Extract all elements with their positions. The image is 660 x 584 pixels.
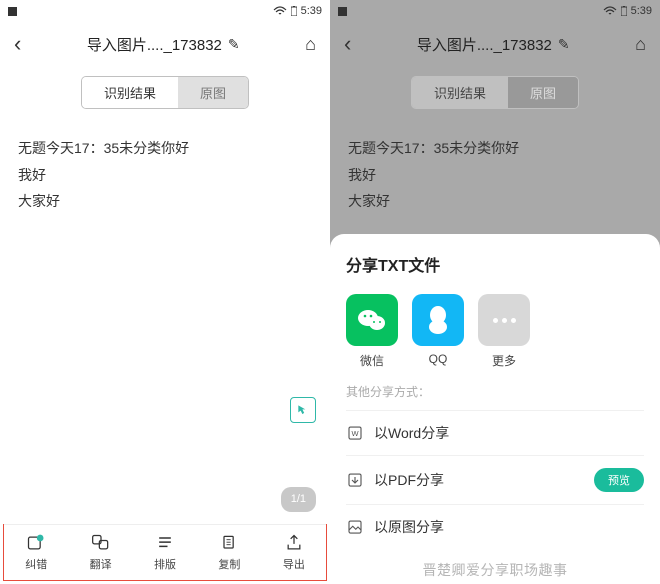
tool-export[interactable]: 导出 xyxy=(262,525,326,580)
svg-text:W: W xyxy=(351,429,359,438)
battery-icon xyxy=(291,6,297,16)
ocr-content[interactable]: 无题今天17：35未分类你好 我好 大家好 1/1 xyxy=(0,117,330,524)
wifi-icon xyxy=(603,6,617,16)
share-word[interactable]: W 以Word分享 xyxy=(346,410,644,455)
header: ‹ 导入图片...._173832 ✎ ⌂ xyxy=(330,22,660,66)
wechat-icon xyxy=(346,294,398,346)
share-more[interactable]: 更多 xyxy=(478,294,530,369)
status-bar: 5:39 xyxy=(0,0,330,22)
wifi-icon xyxy=(273,6,287,16)
text-line: 大家好 xyxy=(348,188,642,215)
tab-original[interactable]: 原图 xyxy=(178,77,248,108)
text-line: 无题今天17：35未分类你好 xyxy=(18,135,312,162)
status-bar: 5:39 xyxy=(330,0,660,22)
sheet-title: 分享TXT文件 xyxy=(346,252,644,276)
preview-button[interactable]: 预览 xyxy=(594,468,644,492)
tool-copy[interactable]: 复制 xyxy=(197,525,261,580)
text-line: 无题今天17：35未分类你好 xyxy=(348,135,642,162)
share-image[interactable]: 以原图分享 xyxy=(346,504,644,549)
tool-translate[interactable]: 翻译 xyxy=(68,525,132,580)
image-icon xyxy=(346,518,364,536)
more-icon xyxy=(478,294,530,346)
back-icon[interactable]: ‹ xyxy=(344,31,351,57)
edit-icon[interactable]: ✎ xyxy=(228,36,240,53)
other-methods-label: 其他分享方式： xyxy=(346,383,644,400)
tab-bar: 识别结果 原图 xyxy=(330,66,660,117)
bottom-toolbar: 纠错 翻译 排版 复制 导出 xyxy=(4,524,326,580)
tool-correct[interactable]: 纠错 xyxy=(4,525,68,580)
share-wechat[interactable]: 微信 xyxy=(346,294,398,369)
text-line: 我好 xyxy=(348,162,642,189)
page-title: 导入图片...._173832 xyxy=(87,34,222,55)
edit-icon[interactable]: ✎ xyxy=(558,36,570,53)
tab-result[interactable]: 识别结果 xyxy=(82,77,178,108)
header: ‹ 导入图片...._173832 ✎ ⌂ xyxy=(0,22,330,66)
pdf-icon xyxy=(346,471,364,489)
word-icon: W xyxy=(346,424,364,442)
share-sheet: 分享TXT文件 微信 QQ 更多 其他分享方式： xyxy=(330,234,660,584)
battery-icon xyxy=(621,6,627,16)
page-title: 导入图片...._173832 xyxy=(417,34,552,55)
text-line: 大家好 xyxy=(18,188,312,215)
cursor-icon[interactable] xyxy=(290,397,316,423)
text-line: 我好 xyxy=(18,162,312,189)
tab-bar: 识别结果 原图 xyxy=(0,66,330,117)
page-indicator: 1/1 xyxy=(281,487,316,512)
qq-icon xyxy=(412,294,464,346)
watermark: 晋楚卿爱分享职场趣事 xyxy=(423,560,568,580)
share-pdf[interactable]: 以PDF分享 预览 xyxy=(346,455,644,504)
status-time: 5:39 xyxy=(301,5,322,17)
home-icon[interactable]: ⌂ xyxy=(305,34,316,55)
share-qq[interactable]: QQ xyxy=(412,294,464,369)
back-icon[interactable]: ‹ xyxy=(14,31,21,57)
tool-layout[interactable]: 排版 xyxy=(133,525,197,580)
tab-original[interactable]: 原图 xyxy=(508,77,578,108)
status-time: 5:39 xyxy=(631,5,652,17)
tab-result[interactable]: 识别结果 xyxy=(412,77,508,108)
home-icon[interactable]: ⌂ xyxy=(635,34,646,55)
